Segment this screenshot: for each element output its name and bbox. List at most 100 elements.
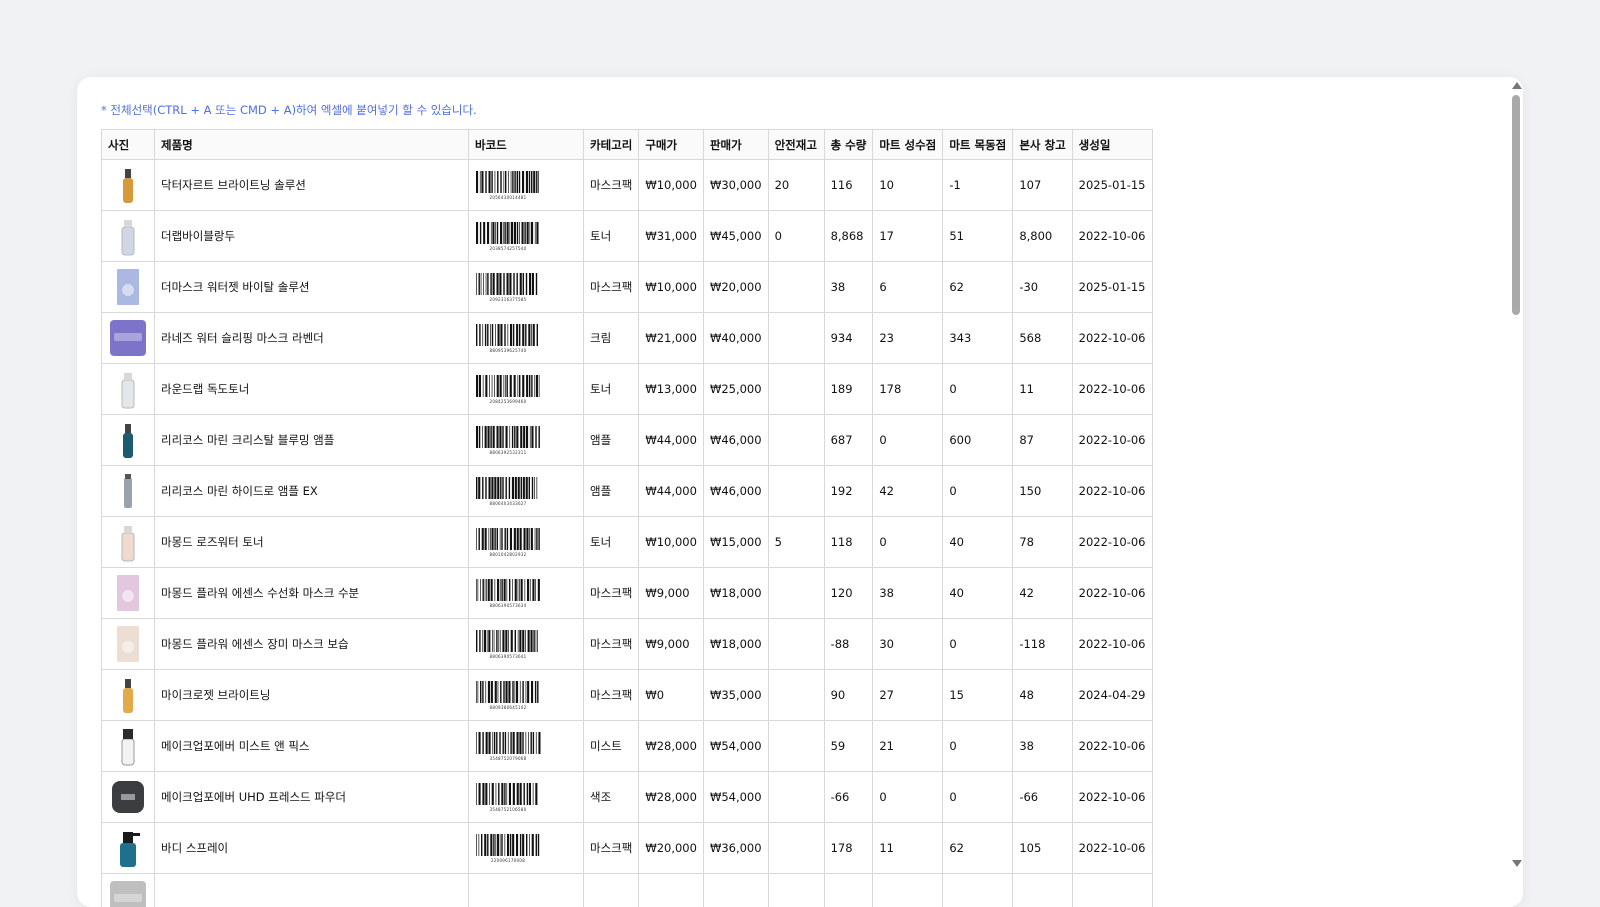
- column-header-price: 판매가: [703, 130, 768, 160]
- product-name-cell: 라운드랩 독도토너: [155, 364, 469, 415]
- scroll-thumb[interactable]: [1512, 95, 1520, 315]
- warehouse-qty-cell: 38: [1013, 721, 1072, 772]
- total-qty-cell: 38: [824, 262, 873, 313]
- seongsu-qty-cell: 11: [873, 823, 943, 874]
- barcode-cell: 2092316377585: [469, 262, 584, 313]
- safety-stock-cell: [768, 568, 824, 619]
- barcode-image: [475, 171, 541, 195]
- table-row[interactable]: 마이크로젯 브라이트닝8809380645102마스크팩₩0₩35,000902…: [102, 670, 1153, 721]
- barcode-cell: 2084253699460: [469, 364, 584, 415]
- mokdong-qty-cell: [943, 874, 1013, 907]
- table-row[interactable]: 라네즈 워터 슬리핑 마스크 라벤더8809539625740크림₩21,000…: [102, 313, 1153, 364]
- column-header-mokdong: 마트 목동점: [943, 130, 1013, 160]
- product-photo-cell: [102, 670, 155, 721]
- warehouse-qty-cell: [1013, 874, 1072, 907]
- barcode-number: 2056430014481: [475, 195, 541, 200]
- product-name-cell: 바디 스프레이: [155, 823, 469, 874]
- barcode-cell: 8806392532311: [469, 415, 584, 466]
- barcode-cell: 8806390573641: [469, 619, 584, 670]
- created-date-cell: 2022-10-06: [1072, 721, 1152, 772]
- scroll-down-arrow-icon[interactable]: [1512, 860, 1522, 867]
- safety-stock-cell: 20: [768, 160, 824, 211]
- created-date-cell: 2025-01-15: [1072, 262, 1152, 313]
- table-row[interactable]: 마몽드 플라워 에센스 장미 마스크 보습8806390573641마스크팩₩9…: [102, 619, 1153, 670]
- product-photo-cell: [102, 721, 155, 772]
- table-row[interactable]: 마몽드 플라워 에센스 수선화 마스크 수분8806390573634마스크팩₩…: [102, 568, 1153, 619]
- product-name-cell: 메이크업포에버 UHD 프레스드 파우더: [155, 772, 469, 823]
- barcode: 8809380645102: [475, 681, 577, 710]
- vertical-scrollbar[interactable]: [1509, 77, 1523, 907]
- mokdong-qty-cell: 0: [943, 466, 1013, 517]
- created-date-cell: [1072, 874, 1152, 907]
- cost-cell: ₩20,000: [639, 823, 704, 874]
- table-row[interactable]: 메이크업포에버 미스트 앤 픽스3548752079068미스트₩28,000₩…: [102, 721, 1153, 772]
- table-row[interactable]: 메이크업포에버 UHD 프레스드 파우더3548752106580색조₩28,0…: [102, 772, 1153, 823]
- warehouse-qty-cell: -30: [1013, 262, 1072, 313]
- cost-cell: ₩10,000: [639, 160, 704, 211]
- barcode-cell: 8806390573634: [469, 568, 584, 619]
- product-thumbnail-toner-bottle: [108, 368, 148, 410]
- product-name-cell: 마몽드 로즈워터 토너: [155, 517, 469, 568]
- barcode-number: 3548752106580: [475, 807, 541, 812]
- created-date-cell: 2024-04-29: [1072, 670, 1152, 721]
- barcode: 2084253699460: [475, 375, 577, 404]
- copy-hint: * 전체선택(CTRL + A 또는 CMD + A)하여 엑셀에 붙여넣기 할…: [101, 102, 477, 118]
- total-qty-cell: 90: [824, 670, 873, 721]
- category-cell: 마스크팩: [584, 823, 639, 874]
- barcode: 8806390573641: [475, 630, 577, 659]
- product-photo-cell: [102, 517, 155, 568]
- table-row[interactable]: 마몽드 로즈워터 토너8801042802932토너₩10,000₩15,000…: [102, 517, 1153, 568]
- category-cell: 토너: [584, 211, 639, 262]
- barcode-number: 8809539625740: [475, 348, 541, 353]
- category-cell: 앰플: [584, 415, 639, 466]
- seongsu-qty-cell: 23: [873, 313, 943, 364]
- table-row[interactable]: 라운드랩 독도토너2084253699460토너₩13,000₩25,00018…: [102, 364, 1153, 415]
- table-row[interactable]: 더마스크 워터젯 바이탈 솔루션2092316377585마스크팩₩10,000…: [102, 262, 1153, 313]
- table-row[interactable]: 바디 스프레이220096170008마스크팩₩20,000₩36,000178…: [102, 823, 1153, 874]
- category-cell: 토너: [584, 364, 639, 415]
- barcode: 8806390573634: [475, 579, 577, 608]
- seongsu-qty-cell: 6: [873, 262, 943, 313]
- cost-cell: ₩44,000: [639, 466, 704, 517]
- seongsu-qty-cell: 17: [873, 211, 943, 262]
- product-name-cell: 메이크업포에버 미스트 앤 픽스: [155, 721, 469, 772]
- warehouse-qty-cell: 42: [1013, 568, 1072, 619]
- product-photo-cell: [102, 313, 155, 364]
- product-name-cell: 마몽드 플라워 에센스 장미 마스크 보습: [155, 619, 469, 670]
- barcode-number: 8801042802932: [475, 552, 541, 557]
- product-thumbnail-toner-bottle: [108, 215, 148, 257]
- scroll-up-arrow-icon[interactable]: [1512, 82, 1522, 89]
- table-row[interactable]: 닥터자르트 브라이트닝 솔루션 2056430014481 마스크팩₩10,000₩…: [102, 160, 1153, 211]
- category-cell: 마스크팩: [584, 160, 639, 211]
- barcode-image: [475, 375, 541, 399]
- product-thumbnail-mist-bottle: [108, 725, 148, 767]
- barcode: 2056430014481: [475, 171, 577, 200]
- product-photo-cell: [102, 466, 155, 517]
- barcode-number: 2084253699460: [475, 399, 541, 404]
- table-row[interactable]: 더랩바이블랑두2038574257540토너₩31,000₩45,00008,8…: [102, 211, 1153, 262]
- barcode-number: 8806390573641: [475, 654, 541, 659]
- price-cell: ₩46,000: [703, 466, 768, 517]
- price-cell: ₩40,000: [703, 313, 768, 364]
- product-name-cell: [155, 874, 469, 907]
- cost-cell: ₩44,000: [639, 415, 704, 466]
- product-thumbnail-mask-pack: [108, 266, 148, 308]
- product-thumbnail-toner-bottle: [108, 521, 148, 563]
- created-date-cell: 2025-01-15: [1072, 160, 1152, 211]
- price-cell: ₩30,000: [703, 160, 768, 211]
- category-cell: 색조: [584, 772, 639, 823]
- total-qty-cell: -88: [824, 619, 873, 670]
- warehouse-qty-cell: 107: [1013, 160, 1072, 211]
- safety-stock-cell: [768, 721, 824, 772]
- inventory-panel: * 전체선택(CTRL + A 또는 CMD + A)하여 엑셀에 붙여넣기 할…: [77, 77, 1523, 907]
- price-cell: ₩54,000: [703, 721, 768, 772]
- table-row[interactable]: 리리코스 마린 하이드로 앰플 EX8806403433627앰플₩44,000…: [102, 466, 1153, 517]
- product-name-cell: 닥터자르트 브라이트닝 솔루션: [155, 160, 469, 211]
- table-row[interactable]: 리리코스 마린 크리스탈 블루밍 앰플8806392532311앰플₩44,00…: [102, 415, 1153, 466]
- product-thumbnail-mask-pack: [108, 623, 148, 665]
- mokdong-qty-cell: 40: [943, 517, 1013, 568]
- table-row[interactable]: [102, 874, 1153, 907]
- seongsu-qty-cell: 0: [873, 517, 943, 568]
- total-qty-cell: 8,868: [824, 211, 873, 262]
- safety-stock-cell: [768, 415, 824, 466]
